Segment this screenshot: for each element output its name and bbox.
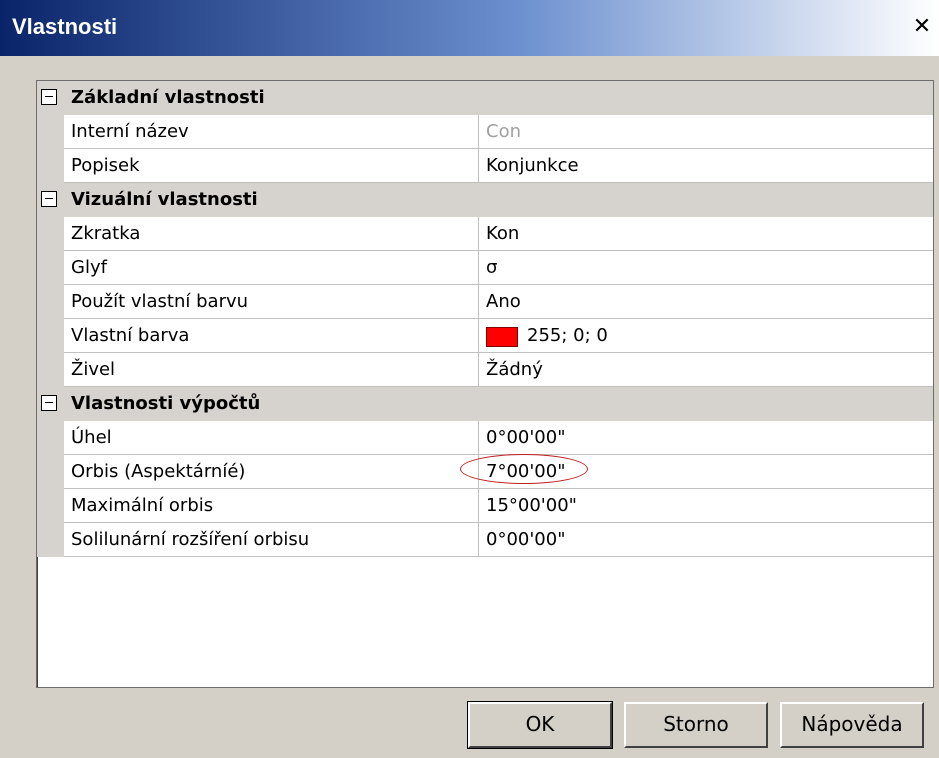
row-gutter [37, 149, 64, 183]
row-gutter [37, 421, 64, 455]
property-value: 15°00'00" [486, 495, 577, 516]
property-row-vlastni-barva[interactable]: Vlastní barva 255; 0; 0 [37, 319, 933, 353]
row-gutter [37, 217, 64, 251]
collapse-icon[interactable] [41, 191, 57, 207]
property-name: Glyf [71, 257, 107, 278]
property-name: Orbis (Aspektárníé) [71, 461, 246, 482]
property-grid: Základní vlastnosti Interní název Con Po… [36, 80, 934, 688]
property-name-cell: Solilunární rozšíření orbisu [64, 523, 479, 557]
property-name: Vlastní barva [71, 325, 190, 346]
property-name-cell: Orbis (Aspektárníé) [64, 455, 479, 489]
property-value: Con [486, 121, 521, 142]
title-bar: Vlastnosti ✕ [0, 0, 939, 56]
property-value-cell[interactable]: 255; 0; 0 [479, 319, 933, 353]
window-title: Vlastnosti [12, 14, 118, 39]
property-name: Živel [71, 359, 116, 380]
category-label: Základní vlastnosti [71, 87, 265, 108]
property-name: Zkratka [71, 223, 141, 244]
help-button[interactable]: Nápověda [780, 702, 924, 748]
property-name: Maximální orbis [71, 495, 214, 516]
property-value: 0°00'00" [486, 427, 566, 448]
property-name-cell: Živel [64, 353, 479, 387]
category-zakladni-vlastnosti[interactable]: Základní vlastnosti [37, 81, 933, 115]
property-row-zkratka[interactable]: Zkratka Kon [37, 217, 933, 251]
property-value: Konjunkce [486, 155, 579, 176]
property-value: Ano [486, 291, 521, 312]
property-value-cell[interactable]: σ [479, 251, 933, 285]
cancel-button[interactable]: Storno [624, 702, 768, 748]
property-value-cell[interactable]: Konjunkce [479, 149, 933, 183]
row-gutter [37, 251, 64, 285]
row-gutter [37, 285, 64, 319]
property-value: Kon [486, 223, 520, 244]
property-name-cell: Úhel [64, 421, 479, 455]
row-gutter [37, 319, 64, 353]
property-name: Úhel [71, 427, 112, 448]
property-row-maximalni-orbis[interactable]: Maximální orbis 15°00'00" [37, 489, 933, 523]
category-vizualni-vlastnosti[interactable]: Vizuální vlastnosti [37, 183, 933, 217]
property-name-cell: Maximální orbis [64, 489, 479, 523]
property-value-cell[interactable]: Kon [479, 217, 933, 251]
property-row-popisek[interactable]: Popisek Konjunkce [37, 149, 933, 183]
property-name-cell: Vlastní barva [64, 319, 479, 353]
property-name-cell: Použít vlastní barvu [64, 285, 479, 319]
category-vlastnosti-vypoctu[interactable]: Vlastnosti výpočtů [37, 387, 933, 421]
property-value-cell[interactable]: 0°00'00" [479, 421, 933, 455]
category-label: Vizuální vlastnosti [71, 189, 258, 210]
row-gutter [37, 523, 64, 557]
property-name: Popisek [71, 155, 140, 176]
color-value: 255; 0; 0 [527, 325, 608, 346]
row-gutter [37, 455, 64, 489]
property-value-cell[interactable]: 0°00'00" [479, 523, 933, 557]
highlight-ellipse [460, 454, 588, 484]
property-value-cell[interactable]: Con [479, 115, 933, 149]
property-name: Solilunární rozšíření orbisu [71, 529, 310, 550]
property-row-interni-nazev[interactable]: Interní název Con [37, 115, 933, 149]
property-value-cell[interactable]: Ano [479, 285, 933, 319]
property-name: Interní název [71, 121, 189, 142]
collapse-icon[interactable] [41, 89, 57, 105]
property-name-cell: Interní název [64, 115, 479, 149]
property-row-solilunarni-rozsireni[interactable]: Solilunární rozšíření orbisu 0°00'00" [37, 523, 933, 557]
collapse-icon[interactable] [41, 395, 57, 411]
glyph-value: σ [486, 257, 498, 278]
property-row-pouzit-vlastni-barvu[interactable]: Použít vlastní barvu Ano [37, 285, 933, 319]
property-name: Použít vlastní barvu [71, 291, 249, 312]
property-name-cell: Glyf [64, 251, 479, 285]
property-value-cell[interactable]: Žádný [479, 353, 933, 387]
property-value-cell[interactable]: 15°00'00" [479, 489, 933, 523]
property-name-cell: Popisek [64, 149, 479, 183]
ok-button[interactable]: OK [467, 701, 613, 749]
row-gutter [37, 353, 64, 387]
property-row-glyf[interactable]: Glyf σ [37, 251, 933, 285]
property-row-zivel[interactable]: Živel Žádný [37, 353, 933, 387]
property-value: Žádný [486, 359, 543, 380]
property-name-cell: Zkratka [64, 217, 479, 251]
color-swatch[interactable] [486, 327, 518, 347]
property-row-uhel[interactable]: Úhel 0°00'00" [37, 421, 933, 455]
close-icon[interactable]: ✕ [909, 16, 935, 40]
property-value: 0°00'00" [486, 529, 566, 550]
row-gutter [37, 489, 64, 523]
category-label: Vlastnosti výpočtů [71, 393, 261, 414]
row-gutter [37, 115, 64, 149]
